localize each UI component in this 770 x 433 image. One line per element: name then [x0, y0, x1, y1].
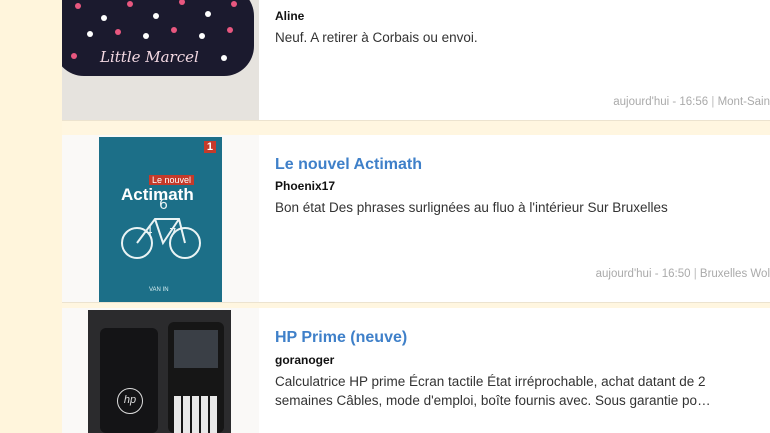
- svg-text:7: 7: [169, 226, 177, 240]
- listing-seller[interactable]: Aline: [275, 9, 304, 23]
- listing-meta: aujourd'hui - 16:56 | Mont-Sain: [613, 96, 770, 108]
- hp-logo-icon: hp: [117, 388, 143, 414]
- listing-time: aujourd'hui - 16:50: [595, 268, 691, 280]
- listing-card[interactable]: hp HP Prime (neuve) goranoger Calculatri…: [62, 308, 770, 433]
- pencil-case-icon: Little Marcel: [62, 0, 254, 76]
- calculator-photo[interactable]: hp: [88, 310, 231, 433]
- listing-title[interactable]: Le nouvel Actimath: [275, 156, 422, 174]
- listing-card[interactable]: Le nouvel Actimath 1 6 4 7 VAN IN Le nou…: [62, 135, 770, 303]
- calculator-screen-icon: [174, 330, 218, 368]
- listing-info: Aline Neuf. A retirer à Corbais ou envoi…: [275, 0, 770, 120]
- meta-separator: |: [693, 268, 697, 280]
- meta-separator: |: [711, 96, 715, 108]
- cover-publisher: VAN IN: [149, 287, 169, 293]
- listing-thumbnail-area[interactable]: Le nouvel Actimath 1 6 4 7 VAN IN: [62, 135, 259, 302]
- listing-seller[interactable]: Phoenix17: [275, 179, 335, 193]
- svg-text:6: 6: [159, 197, 168, 213]
- listing-thumbnail-area[interactable]: hp: [62, 308, 259, 433]
- listing-location: Mont-Sain: [717, 96, 770, 108]
- listing-meta: aujourd'hui - 16:50 | Bruxelles Wol: [596, 268, 770, 280]
- listing-seller[interactable]: goranoger: [275, 353, 334, 367]
- bicycle-numbers-icon: 6 4 7: [121, 197, 201, 259]
- listing-description: Calculatrice HP prime Écran tactile État…: [275, 374, 711, 408]
- calculator-cover-icon: hp: [100, 328, 158, 433]
- svg-text:4: 4: [145, 224, 153, 238]
- pencil-case-photo[interactable]: Little Marcel: [62, 0, 259, 120]
- listing-results: Little Marcel Aline Neuf. A retirer à Co…: [62, 0, 770, 433]
- listing-description: Neuf. A retirer à Corbais ou envoi.: [275, 30, 478, 45]
- listing-info: Le nouvel Actimath Phoenix17 Bon état De…: [275, 135, 770, 302]
- graphing-calculator-icon: [168, 322, 224, 433]
- listing-card[interactable]: Little Marcel Aline Neuf. A retirer à Co…: [62, 0, 770, 121]
- listing-location: Bruxelles Wol: [699, 268, 770, 280]
- listing-time: aujourd'hui - 16:56: [613, 96, 709, 108]
- listing-description: Bon état Des phrases surlignées au fluo …: [275, 200, 668, 215]
- pencil-case-brand-text: Little Marcel: [100, 48, 199, 66]
- book-cover-photo[interactable]: Le nouvel Actimath 1 6 4 7 VAN IN: [99, 137, 222, 302]
- listing-thumbnail-area[interactable]: Little Marcel: [62, 0, 259, 120]
- calculator-keys-icon: [174, 396, 218, 433]
- listing-info: HP Prime (neuve) goranoger Calculatrice …: [275, 308, 770, 433]
- listing-title[interactable]: HP Prime (neuve): [275, 329, 407, 347]
